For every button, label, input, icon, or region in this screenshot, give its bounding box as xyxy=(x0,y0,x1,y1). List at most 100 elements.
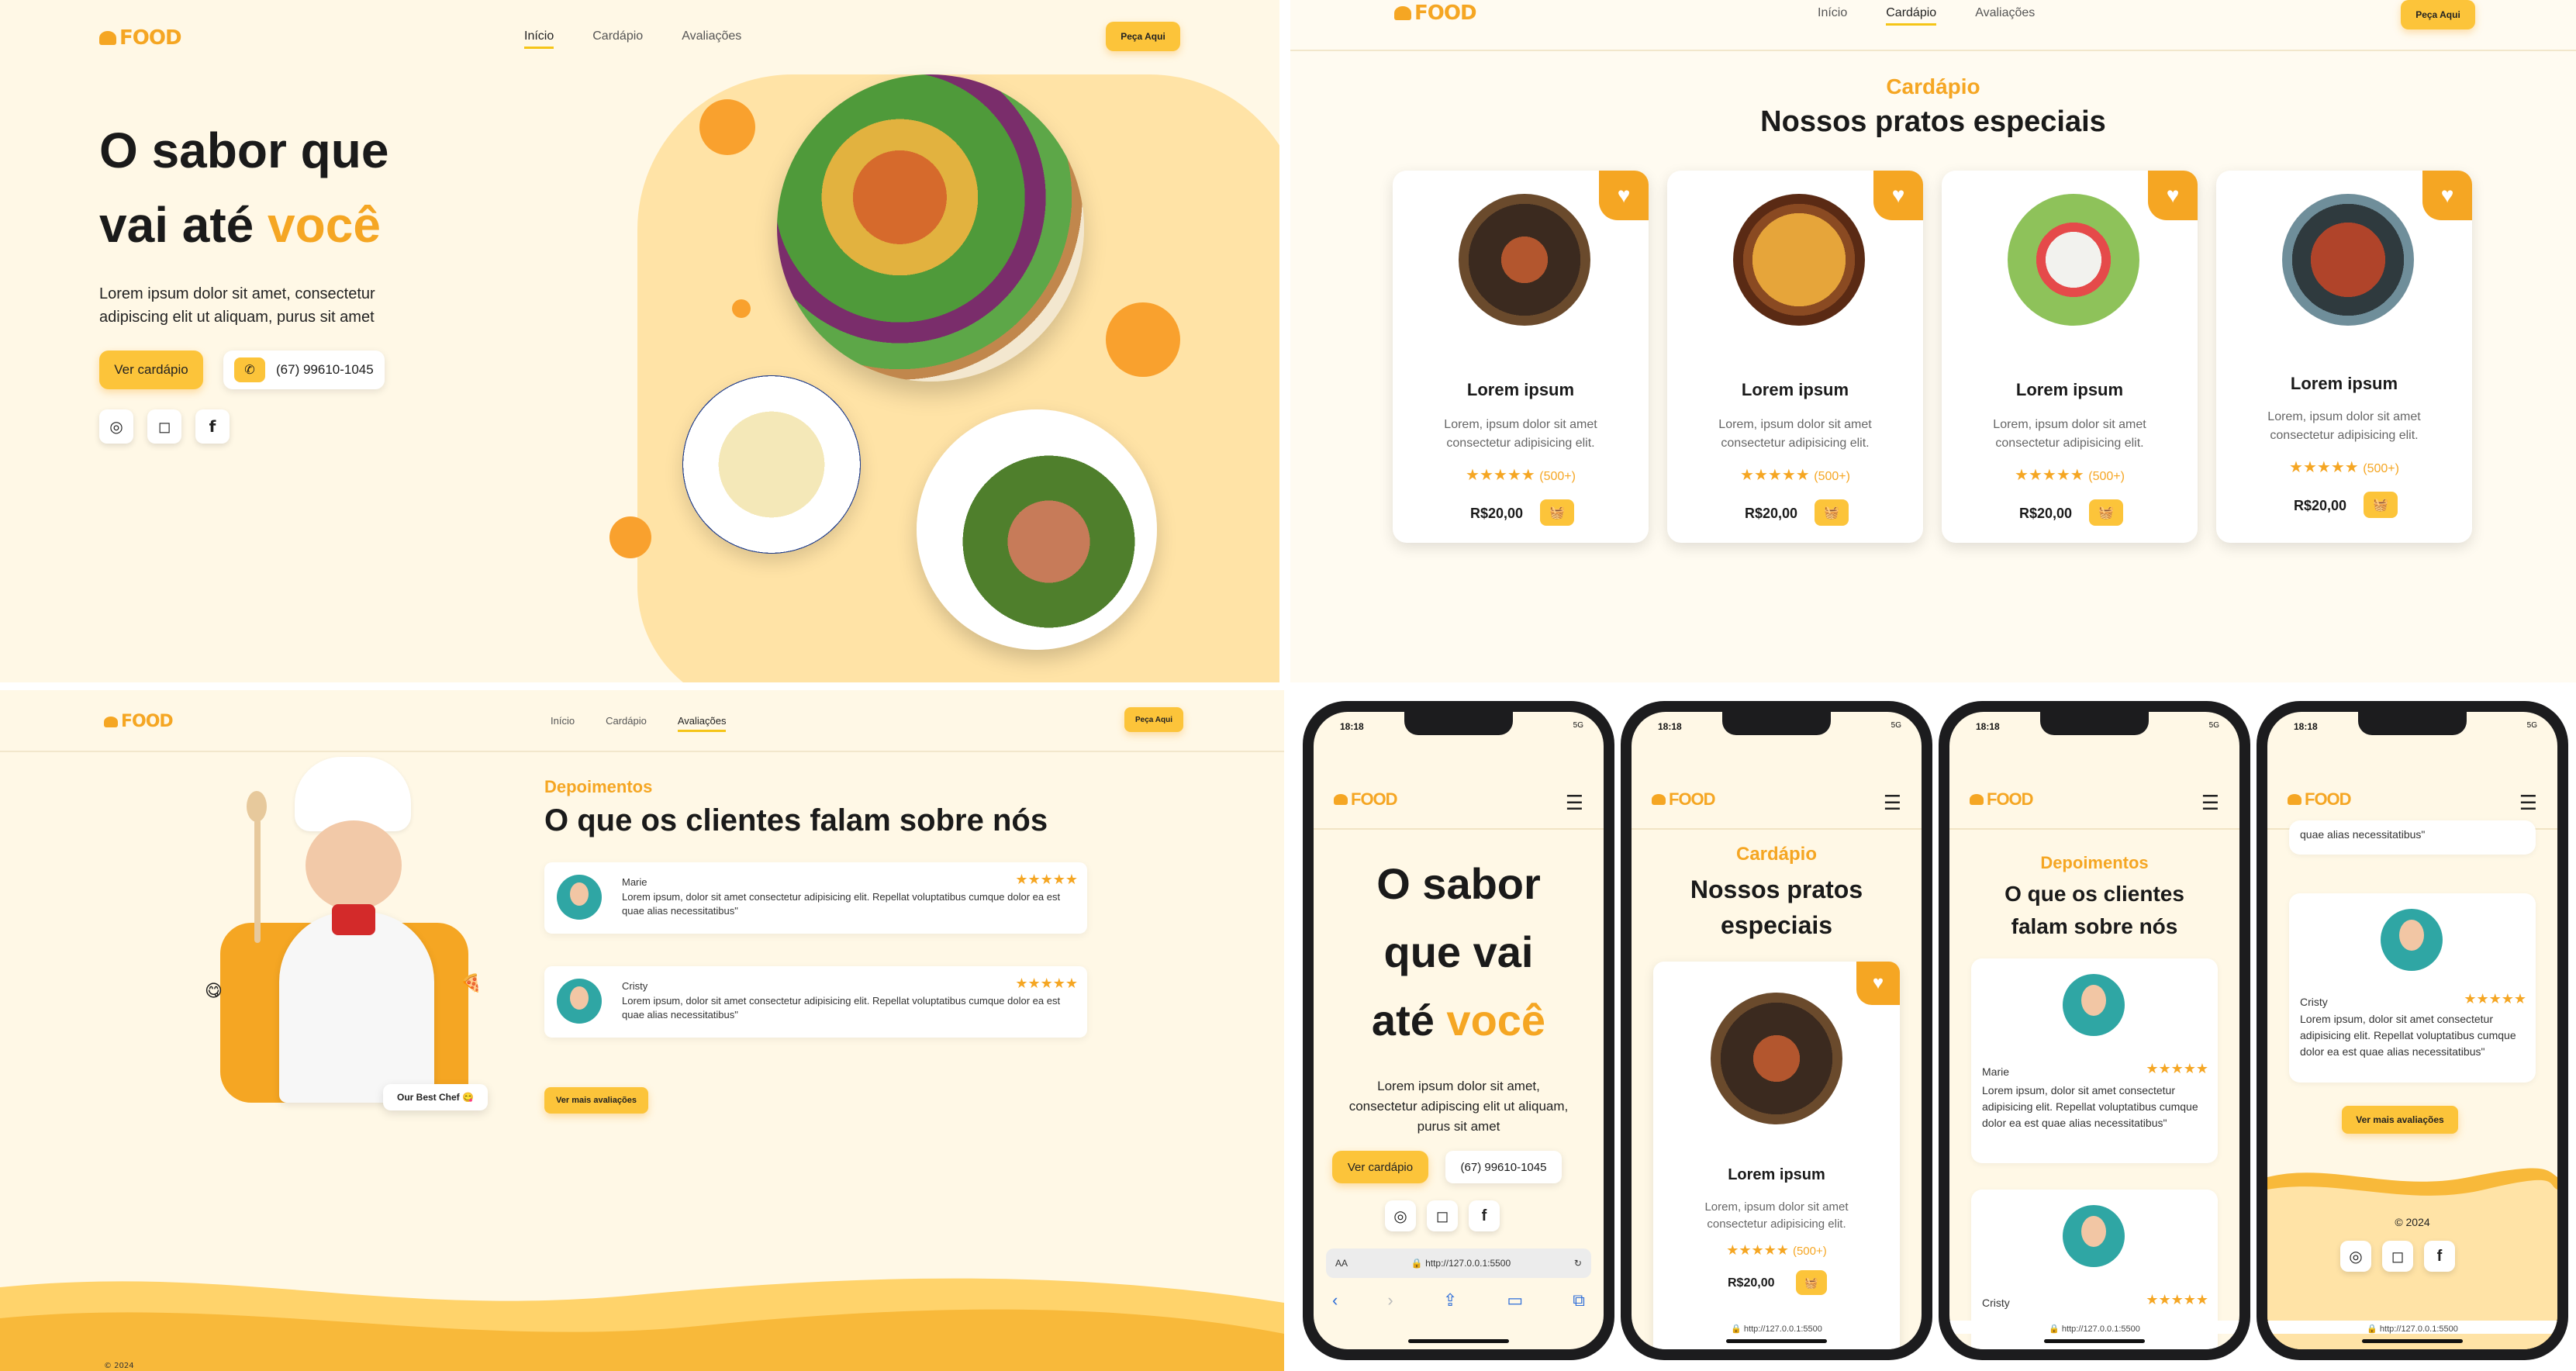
review-text: Lorem ipsum, dolor sit amet consectetur … xyxy=(622,891,1061,917)
favorite-heart-icon[interactable]: ♥ xyxy=(1873,171,1923,220)
dish-title: Lorem ipsum xyxy=(1728,1166,1825,1183)
dish-image xyxy=(1711,993,1842,1124)
whatsapp-icon[interactable]: ◎ xyxy=(1385,1200,1416,1231)
logo[interactable]: FOOD xyxy=(1652,789,1716,810)
testimonials-desktop-panel: FOOD Início Cardápio Avaliações Peça Aqu… xyxy=(0,690,1284,1371)
nav-menu[interactable]: Cardápio xyxy=(606,715,647,732)
reviewer-name: Cristy xyxy=(1982,1297,2010,1309)
phone-button[interactable]: (67) 99610-1045 xyxy=(1445,1151,1562,1183)
hamburger-menu-icon[interactable]: ☰ xyxy=(2201,791,2219,815)
text-size-button[interactable]: AA xyxy=(1335,1258,1348,1269)
facebook-icon[interactable]: f xyxy=(1469,1200,1500,1231)
dish-card-1[interactable]: ♥ Lorem ipsum Lorem, ipsum dolor sit ame… xyxy=(1393,171,1649,543)
more-reviews-button[interactable]: Ver mais avaliações xyxy=(544,1087,648,1114)
add-to-cart-basket-icon[interactable]: 🧺 xyxy=(2364,492,2398,518)
more-reviews-button[interactable]: Ver mais avaliações xyxy=(2342,1106,2458,1134)
nav-home[interactable]: Início xyxy=(551,715,575,732)
nav-reviews[interactable]: Avaliações xyxy=(682,29,741,49)
bookmarks-icon[interactable]: ▭ xyxy=(1507,1290,1523,1311)
logo[interactable]: FOOD xyxy=(2288,789,2352,810)
logo[interactable]: FOOD xyxy=(104,712,174,731)
logo-text: FOOD xyxy=(1351,789,1398,809)
rating-stars: ★★★★★ xyxy=(1726,1242,1789,1258)
phone-notch xyxy=(1722,712,1831,735)
dish-image-1 xyxy=(1459,194,1590,326)
order-button[interactable]: Peça Aqui xyxy=(1106,22,1180,51)
hamburger-menu-icon[interactable]: ☰ xyxy=(2519,791,2537,815)
phone-button[interactable]: ✆ (67) 99610-1045 xyxy=(223,351,385,389)
view-menu-button[interactable]: Ver cardápio xyxy=(99,351,203,389)
review-text-tail: quae alias necessitatibus" xyxy=(2300,828,2426,841)
dish-price: R$20,00 xyxy=(2294,498,2347,513)
view-menu-button[interactable]: Ver cardápio xyxy=(1332,1151,1428,1183)
whatsapp-icon[interactable]: ◎ xyxy=(2340,1241,2371,1272)
nav-menu[interactable]: Cardápio xyxy=(592,29,643,49)
reviewer-name: Marie xyxy=(1982,1065,2010,1078)
facebook-icon[interactable]: f xyxy=(195,409,230,444)
testimonials-title: O que os clientes falam sobre nós xyxy=(544,803,1048,837)
status-signal: 5G xyxy=(1573,721,1583,730)
instagram-icon[interactable]: ◻ xyxy=(2382,1241,2413,1272)
browser-url-bar[interactable]: AA 🔒 http://127.0.0.1:5500 ↻ xyxy=(1326,1248,1591,1278)
review-text: Lorem ipsum, dolor sit amet consectetur … xyxy=(2300,1013,2516,1058)
instagram-icon[interactable]: ◻ xyxy=(1427,1200,1458,1231)
dish-card-4[interactable]: ♥ Lorem ipsum Lorem, ipsum dolor sit ame… xyxy=(2216,171,2472,543)
logo[interactable]: FOOD xyxy=(1334,789,1398,810)
logo[interactable]: FOOD xyxy=(99,26,182,50)
dish-image-4 xyxy=(2282,194,2414,326)
nav-reviews[interactable]: Avaliações xyxy=(1975,6,2035,26)
phone-notch xyxy=(1404,712,1513,735)
hero-line-3-prefix: até xyxy=(1371,996,1447,1045)
hero-line-1: O sabor xyxy=(1376,859,1541,908)
decor-circle-4 xyxy=(609,516,651,558)
browser-url-mini[interactable]: 🔒 http://127.0.0.1:5500 xyxy=(1949,1321,2239,1334)
forward-icon[interactable]: › xyxy=(1387,1290,1393,1311)
testimonials-title: O que os clientes falam sobre nós xyxy=(1949,878,2239,943)
hamburger-menu-icon[interactable]: ☰ xyxy=(1884,791,1901,815)
menu-title: Nossos pratos especiais xyxy=(1632,872,1922,943)
browser-url-mini[interactable]: 🔒 http://127.0.0.1:5500 xyxy=(2267,1321,2557,1334)
dish-card-2[interactable]: ♥ Lorem ipsum Lorem, ipsum dolor sit ame… xyxy=(1667,171,1923,543)
nav-home[interactable]: Início xyxy=(1818,6,1847,26)
tabs-icon[interactable]: ⧉ xyxy=(1573,1290,1585,1311)
instagram-icon[interactable]: ◻ xyxy=(147,409,181,444)
favorite-heart-icon[interactable]: ♥ xyxy=(2148,171,2198,220)
nav-reviews[interactable]: Avaliações xyxy=(677,715,727,732)
rating-stars: ★★★★★ xyxy=(2146,1292,2208,1307)
add-to-cart-basket-icon[interactable]: 🧺 xyxy=(1540,499,1574,526)
phone-screen: 18:18 5G FOOD ☰ Cardápio Nossos pratos e… xyxy=(1632,712,1922,1349)
review-text: Lorem ipsum, dolor sit amet consectetur … xyxy=(622,995,1061,1020)
nav-home[interactable]: Início xyxy=(524,29,554,49)
phone-notch xyxy=(2040,712,2149,735)
order-button[interactable]: Peça Aqui xyxy=(2401,0,2475,29)
add-to-cart-basket-icon[interactable]: 🧺 xyxy=(2089,499,2123,526)
logo[interactable]: FOOD xyxy=(1970,789,2034,810)
dish-image-2 xyxy=(1733,194,1865,326)
dish-price: R$20,00 xyxy=(1745,506,1798,521)
hero-description: Lorem ipsum dolor sit amet, consectetur … xyxy=(99,285,375,326)
hero-title-line1: O sabor que xyxy=(99,123,389,178)
back-icon[interactable]: ‹ xyxy=(1332,1290,1338,1311)
dish-card-mobile[interactable]: ♥ Lorem ipsum Lorem, ipsum dolor sit ame… xyxy=(1653,962,1900,1349)
facebook-icon[interactable]: f xyxy=(2424,1241,2455,1272)
salmon-plate-image xyxy=(917,409,1157,650)
favorite-heart-icon[interactable]: ♥ xyxy=(1856,962,1900,1005)
order-button[interactable]: Peça Aqui xyxy=(1124,707,1183,732)
favorite-heart-icon[interactable]: ♥ xyxy=(2422,171,2472,220)
rating-stars: ★★★★★ xyxy=(1466,467,1535,484)
dish-card-3[interactable]: ♥ Lorem ipsum Lorem, ipsum dolor sit ame… xyxy=(1942,171,2198,543)
nav-menu[interactable]: Cardápio xyxy=(1886,6,1937,26)
add-to-cart-basket-icon[interactable]: 🧺 xyxy=(1796,1270,1827,1295)
whatsapp-icon[interactable]: ◎ xyxy=(99,409,133,444)
share-icon[interactable]: ⇪ xyxy=(1443,1290,1457,1311)
browser-url-mini[interactable]: 🔒 http://127.0.0.1:5500 xyxy=(1632,1324,1922,1334)
hamburger-menu-icon[interactable]: ☰ xyxy=(1566,791,1583,815)
favorite-heart-icon[interactable]: ♥ xyxy=(1599,171,1649,220)
add-to-cart-basket-icon[interactable]: 🧺 xyxy=(1815,499,1849,526)
rating-stars: ★★★★★ xyxy=(2015,467,2084,484)
dish-price: R$20,00 xyxy=(1470,506,1524,521)
reload-icon[interactable]: ↻ xyxy=(1574,1258,1582,1269)
logo[interactable]: FOOD xyxy=(1394,2,1477,25)
footer-wave xyxy=(0,1278,1284,1371)
avatar xyxy=(2063,1205,2125,1267)
